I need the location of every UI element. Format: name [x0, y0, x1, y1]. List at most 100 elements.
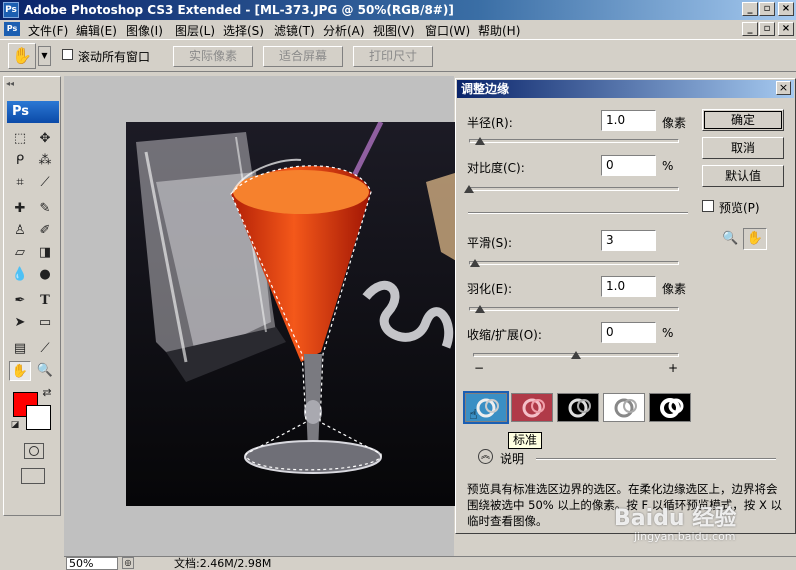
hand-tool-icon[interactable]: ✋: [9, 361, 31, 381]
contract-plus-label: +: [668, 361, 679, 375]
magic-wand-tool-icon[interactable]: ⁂: [34, 151, 56, 171]
menu-help[interactable]: 帮助(H): [478, 22, 520, 39]
menu-analysis[interactable]: 分析(A): [323, 22, 365, 39]
dialog-close-icon[interactable]: ×: [776, 81, 791, 95]
scroll-all-label: 滚动所有窗口: [78, 50, 151, 64]
feather-slider-thumb[interactable]: [474, 305, 485, 313]
smooth-slider-track[interactable]: [469, 261, 679, 265]
move-tool-icon[interactable]: ✥: [34, 129, 56, 149]
radius-input[interactable]: 1.0: [601, 110, 656, 131]
default-colors-icon[interactable]: ◪: [8, 418, 22, 432]
window-title-bar: Ps Adobe Photoshop CS3 Extended - [ML-37…: [0, 0, 796, 20]
smooth-input[interactable]: 3: [601, 230, 656, 251]
healing-brush-tool-icon[interactable]: ✚: [9, 199, 31, 219]
contract-input[interactable]: 0: [601, 322, 656, 343]
feather-slider-track[interactable]: [469, 307, 679, 311]
radius-label: 半径(R):: [467, 116, 513, 130]
background-color-swatch[interactable]: [26, 405, 51, 430]
collapse-description-icon[interactable]: ︽: [478, 449, 493, 464]
minimize-button[interactable]: _: [742, 2, 758, 16]
hand-icon[interactable]: ✋: [743, 228, 767, 250]
doc-icon[interactable]: Ps: [4, 22, 20, 36]
lasso-tool-icon[interactable]: ᑭ: [9, 151, 31, 171]
menu-file[interactable]: 文件(F): [28, 22, 68, 39]
smooth-slider-thumb[interactable]: [470, 259, 481, 267]
cancel-button[interactable]: 取消: [702, 137, 784, 159]
zoom-tool-icon[interactable]: 🔍: [34, 361, 56, 381]
document-area: [64, 76, 458, 556]
watermark-logo: Baidu 经验: [614, 506, 737, 531]
dodge-tool-icon[interactable]: ●: [34, 265, 56, 285]
menu-image[interactable]: 图像(I): [126, 22, 163, 39]
watermark-url: jingyan.baidu.com: [634, 530, 736, 543]
ps-logo[interactable]: Ps: [7, 101, 59, 123]
dialog-title: 调整边缘: [457, 80, 794, 98]
eyedropper-tool-icon[interactable]: ⟋: [34, 339, 56, 359]
zoom-level-field[interactable]: 50%: [66, 557, 118, 570]
separator: [468, 212, 688, 214]
brush-tool-icon[interactable]: ✎: [34, 199, 56, 219]
hand-tool-preset-icon[interactable]: ✋: [8, 43, 36, 69]
radius-slider-track[interactable]: [469, 139, 679, 143]
view-mask-icon[interactable]: [649, 393, 691, 422]
shape-tool-icon[interactable]: ▭: [34, 313, 56, 333]
feather-label: 羽化(E):: [467, 282, 512, 296]
view-on-white-icon[interactable]: [603, 393, 645, 422]
menu-edit[interactable]: 编辑(E): [76, 22, 117, 39]
feather-input[interactable]: 1.0: [601, 276, 656, 297]
tooltip: 标准: [508, 432, 543, 449]
pen-tool-icon[interactable]: ✒: [9, 291, 31, 311]
toolbox-grip-icon[interactable]: ◂◂: [6, 79, 58, 89]
scroll-all-checkbox[interactable]: [62, 49, 73, 60]
image-canvas[interactable]: [126, 122, 458, 506]
menu-filter[interactable]: 滤镜(T): [274, 22, 315, 39]
type-tool-icon[interactable]: T: [34, 291, 56, 311]
close-button[interactable]: ×: [778, 2, 794, 16]
description-toggle-label[interactable]: 说明: [500, 450, 524, 467]
contrast-label: 对比度(C):: [467, 161, 525, 175]
doc-close-button[interactable]: ×: [778, 22, 794, 36]
blur-tool-icon[interactable]: 💧: [9, 265, 31, 285]
fit-screen-button[interactable]: 适合屏幕: [263, 46, 343, 67]
marquee-tool-icon[interactable]: ⬚: [9, 129, 31, 149]
view-on-black-icon[interactable]: [557, 393, 599, 422]
menu-view[interactable]: 视图(V): [373, 22, 415, 39]
status-menu-icon[interactable]: ◎: [122, 557, 134, 569]
contract-label: 收缩/扩展(O):: [467, 328, 542, 342]
contrast-slider-thumb[interactable]: [464, 185, 474, 193]
screen-mode-icon[interactable]: [21, 468, 45, 484]
doc-minimize-button[interactable]: _: [742, 22, 758, 36]
default-button[interactable]: 默认值: [702, 165, 784, 187]
contrast-slider-track[interactable]: [469, 187, 679, 191]
quick-mask-mode-icon[interactable]: [24, 443, 44, 459]
menu-select[interactable]: 选择(S): [223, 22, 264, 39]
actual-pixels-button[interactable]: 实际像素: [173, 46, 253, 67]
contrast-input[interactable]: 0: [601, 155, 656, 176]
doc-info: 文档:2.46M/2.98M: [174, 557, 272, 570]
contract-minus-label: −: [474, 361, 485, 375]
crop-tool-icon[interactable]: ⌗: [9, 173, 31, 193]
notes-tool-icon[interactable]: ▤: [9, 339, 31, 359]
contract-slider-thumb[interactable]: [571, 351, 581, 359]
history-brush-tool-icon[interactable]: ✐: [34, 221, 56, 241]
view-quick-mask-icon[interactable]: [511, 393, 553, 422]
eraser-tool-icon[interactable]: ▱: [9, 243, 31, 263]
preview-label: 预览(P): [719, 201, 760, 215]
separator: [536, 458, 776, 460]
gradient-tool-icon[interactable]: ◨: [34, 243, 56, 263]
preview-checkbox[interactable]: [702, 200, 714, 212]
print-size-button[interactable]: 打印尺寸: [353, 46, 433, 67]
chevron-down-icon[interactable]: ▼: [38, 46, 51, 66]
restore-button[interactable]: ▫: [759, 2, 775, 16]
zoom-icon[interactable]: 🔍: [722, 231, 738, 246]
menu-window[interactable]: 窗口(W): [425, 22, 470, 39]
swap-colors-icon[interactable]: ⇄: [40, 386, 54, 400]
path-selection-tool-icon[interactable]: ➤: [9, 313, 31, 333]
menu-layer[interactable]: 图层(L): [175, 22, 215, 39]
clone-stamp-tool-icon[interactable]: ♙: [9, 221, 31, 241]
radius-slider-thumb[interactable]: [474, 137, 485, 145]
doc-restore-button[interactable]: ▫: [759, 22, 775, 36]
smooth-label: 平滑(S):: [467, 236, 513, 250]
slice-tool-icon[interactable]: ⟋: [34, 173, 56, 193]
ok-button[interactable]: 确定: [702, 109, 784, 131]
